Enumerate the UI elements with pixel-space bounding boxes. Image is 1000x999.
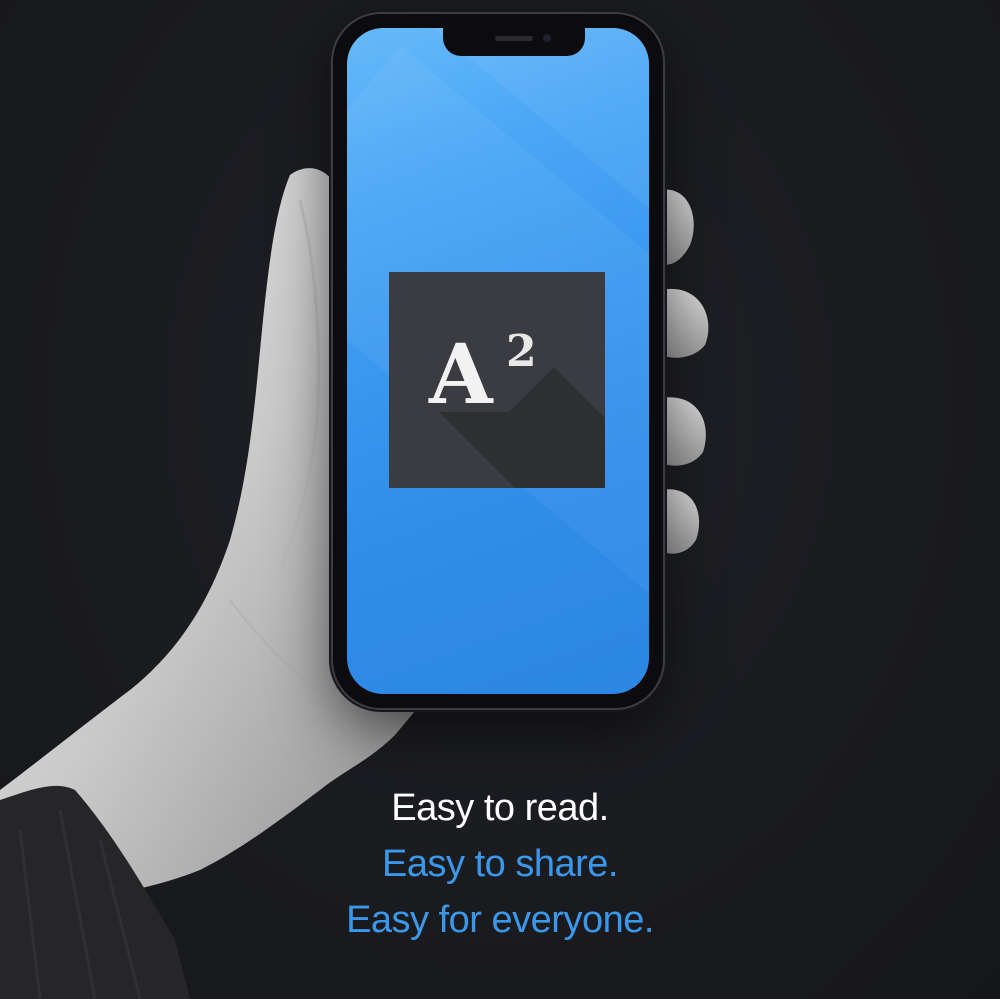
- logo-letter: A: [429, 327, 493, 423]
- logo-long-shadow: [439, 367, 605, 488]
- tagline-block: Easy to read. Easy to share. Easy for ev…: [300, 780, 700, 948]
- finger-1: [658, 189, 694, 265]
- phone-device: A 2: [333, 14, 663, 708]
- app-logo-tile[interactable]: A 2: [389, 272, 605, 488]
- tagline-read: Easy to read.: [391, 787, 609, 829]
- logo-superscript: 2: [506, 326, 537, 377]
- tagline-everyone: Easy for everyone.: [346, 899, 654, 941]
- speaker-grille: [495, 36, 533, 41]
- promo-canvas: A 2 Easy to read. Easy to share. Easy fo…: [0, 0, 1000, 999]
- finger-2: [660, 288, 709, 358]
- phone-screen: A 2: [347, 28, 649, 694]
- finger-4: [660, 489, 700, 554]
- finger-3: [660, 397, 706, 466]
- tagline-share: Easy to share.: [382, 843, 618, 885]
- front-camera: [543, 34, 551, 42]
- phone-notch: [443, 28, 585, 56]
